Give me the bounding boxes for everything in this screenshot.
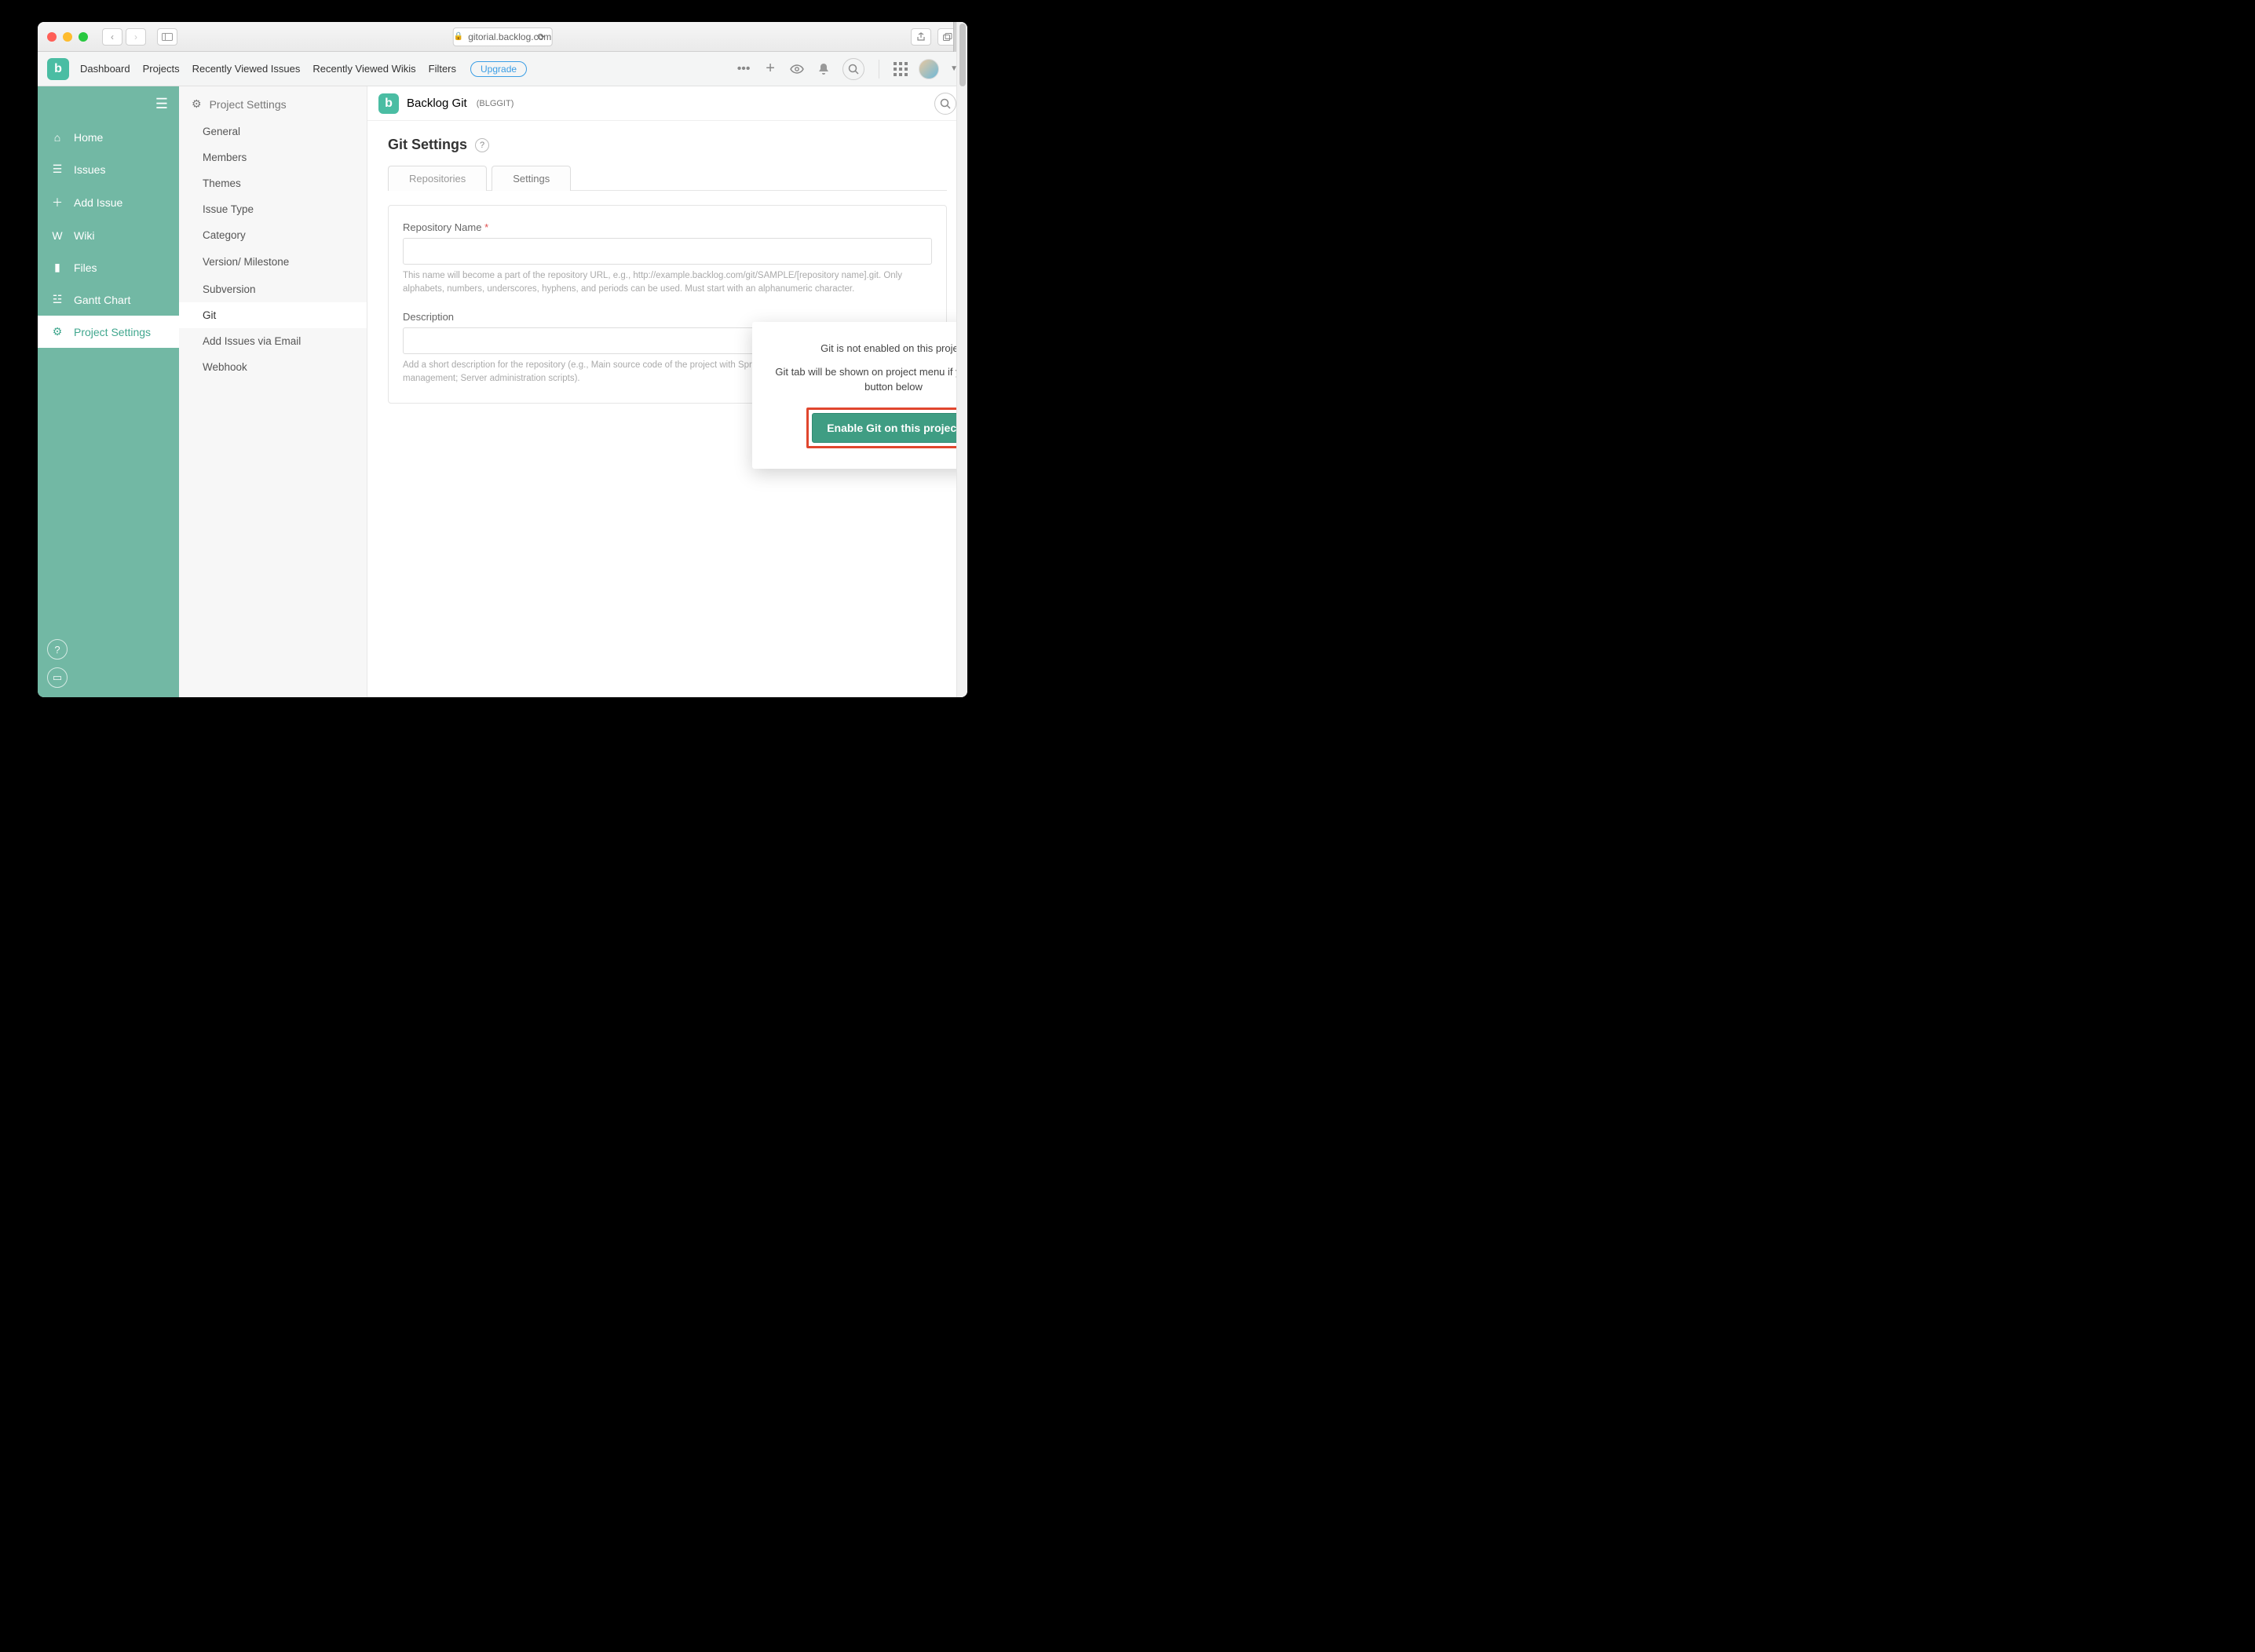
sidebar-item-issues[interactable]: ☰ Issues (38, 153, 179, 185)
subnav-version[interactable]: Version/ Milestone (179, 248, 367, 276)
maximize-window-button[interactable] (79, 32, 88, 42)
more-icon[interactable]: ••• (736, 61, 751, 77)
main-area: b Backlog Git (BLGGIT) Git Settings ? Re… (367, 86, 967, 697)
minimize-window-button[interactable] (63, 32, 72, 42)
enable-git-button[interactable]: Enable Git on this project (812, 413, 967, 443)
avatar[interactable] (919, 59, 939, 79)
upgrade-button[interactable]: Upgrade (470, 61, 527, 77)
subnav-general[interactable]: General (179, 119, 367, 144)
page-title: Git Settings (388, 137, 467, 153)
sidebar-label: Gantt Chart (74, 294, 130, 306)
popover-line-1: Git is not enabled on this project (768, 341, 967, 356)
gear-icon: ⚙ (192, 97, 202, 111)
home-icon: ⌂ (50, 131, 64, 144)
titlebar: ‹ › 🔒 gitorial.backlog.com ⟳ + (38, 22, 967, 52)
app-header: b Dashboard Projects Recently Viewed Iss… (38, 52, 967, 86)
gear-icon: ⚙ (50, 325, 64, 338)
bell-icon[interactable] (816, 61, 831, 77)
sidebar-label: Project Settings (74, 326, 151, 338)
scrollbar[interactable] (956, 86, 967, 697)
app-body: ☰ ⌂Home ☰Issues ＋Add Issue WWiki ▮Files … (38, 86, 967, 697)
header-actions: ••• + ▼ (736, 58, 958, 80)
app-logo[interactable]: b (47, 58, 69, 80)
back-button[interactable]: ‹ (102, 28, 122, 46)
project-name: Backlog Git (407, 97, 467, 110)
subnav-add-issues-email[interactable]: Add Issues via Email (179, 328, 367, 354)
enable-git-popover: Git is not enabled on this project Git t… (752, 322, 967, 469)
project-search-button[interactable] (934, 93, 956, 115)
content: Git Settings ? Repositories Settings Rep… (367, 121, 967, 419)
sidebar-item-files[interactable]: ▮ Files (38, 251, 179, 283)
apps-icon[interactable] (894, 62, 908, 76)
browser-nav: ‹ › (102, 28, 146, 46)
nav-recent-issues[interactable]: Recently Viewed Issues (192, 63, 301, 75)
address-bar[interactable]: 🔒 gitorial.backlog.com ⟳ (453, 27, 553, 46)
help-icon[interactable]: ? (475, 138, 489, 152)
nav-recent-wikis[interactable]: Recently Viewed Wikis (312, 63, 415, 75)
tab-repositories[interactable]: Repositories (388, 166, 487, 191)
repo-name-hint: This name will become a part of the repo… (403, 269, 932, 297)
forward-button[interactable]: › (126, 28, 146, 46)
lock-icon: 🔒 (454, 32, 463, 41)
sidebar: ☰ ⌂Home ☰Issues ＋Add Issue WWiki ▮Files … (38, 86, 179, 697)
popover-line-2: Git tab will be shown on project menu if… (768, 364, 967, 395)
search-button[interactable] (842, 58, 864, 80)
gantt-icon: ☳ (50, 293, 64, 306)
project-bar: b Backlog Git (BLGGIT) (367, 86, 967, 121)
repo-name-input[interactable] (403, 238, 932, 265)
project-code: (BLGGIT) (477, 99, 514, 108)
subnav-members[interactable]: Members (179, 144, 367, 170)
chat-icon[interactable]: ▭ (47, 667, 68, 688)
subnav-git[interactable]: Git (179, 302, 367, 328)
sidebar-label: Add Issue (74, 196, 122, 209)
nav-projects[interactable]: Projects (143, 63, 180, 75)
subnav-themes[interactable]: Themes (179, 170, 367, 196)
plus-icon: ＋ (50, 195, 64, 210)
description-label: Description (403, 311, 932, 323)
subnav-webhook[interactable]: Webhook (179, 354, 367, 380)
tabs: Repositories Settings (388, 166, 947, 191)
reload-icon[interactable]: ⟳ (537, 31, 545, 42)
share-button[interactable] (911, 28, 931, 46)
nav-dashboard[interactable]: Dashboard (80, 63, 130, 75)
enable-git-highlight: Enable Git on this project (806, 408, 967, 448)
subnav-category[interactable]: Category (179, 222, 367, 248)
sidebar-label: Issues (74, 163, 105, 176)
sidebar-label: Files (74, 261, 97, 274)
subnav-subversion[interactable]: Subversion (179, 276, 367, 302)
subnav-issue-type[interactable]: Issue Type (179, 196, 367, 222)
nav-filters[interactable]: Filters (429, 63, 456, 75)
wiki-icon: W (50, 229, 64, 242)
subnav-heading-label: Project Settings (210, 98, 287, 111)
watch-icon[interactable] (789, 61, 805, 77)
sidebar-item-wiki[interactable]: W Wiki (38, 220, 179, 251)
sidebar-toggle-button[interactable] (157, 28, 177, 46)
subnav: ⚙ Project Settings General Members Theme… (179, 86, 367, 697)
sidebar-item-gantt[interactable]: ☳ Gantt Chart (38, 283, 179, 316)
plus-icon[interactable]: + (762, 61, 778, 77)
browser-window: ‹ › 🔒 gitorial.backlog.com ⟳ + b Dashboa… (38, 22, 967, 697)
sidebar-label: Home (74, 131, 103, 144)
list-icon: ☰ (50, 163, 64, 176)
sidebar-label: Wiki (74, 229, 94, 242)
hamburger-icon[interactable]: ☰ (144, 86, 179, 122)
window-controls (47, 32, 88, 42)
tab-settings[interactable]: Settings (492, 166, 571, 191)
sidebar-item-home[interactable]: ⌂ Home (38, 122, 179, 153)
subnav-heading: ⚙ Project Settings (179, 86, 367, 119)
folder-icon: ▮ (50, 261, 64, 274)
repo-name-label: Repository Name * (403, 221, 932, 233)
close-window-button[interactable] (47, 32, 57, 42)
project-logo: b (378, 93, 399, 114)
help-icon[interactable]: ? (47, 639, 68, 660)
sidebar-item-add-issue[interactable]: ＋ Add Issue (38, 185, 179, 220)
top-nav: Dashboard Projects Recently Viewed Issue… (80, 63, 456, 75)
sidebar-item-project-settings[interactable]: ⚙ Project Settings (38, 316, 179, 348)
